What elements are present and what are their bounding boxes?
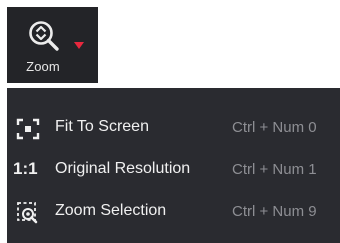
zoom-label: Zoom — [26, 59, 60, 74]
menu-item-original-resolution[interactable]: 1:1 Original Resolution Ctrl + Num 1 — [7, 150, 340, 190]
menu-item-fit-to-screen[interactable]: Fit To Screen Ctrl + Num 0 — [7, 108, 340, 148]
menu-item-zoom-selection[interactable]: Zoom Selection Ctrl + Num 9 — [7, 192, 340, 232]
zoom-button[interactable]: Zoom — [7, 7, 98, 83]
dropdown-arrow-icon[interactable] — [73, 41, 85, 50]
menu-item-label: Original Resolution — [55, 160, 191, 177]
original-resolution-icon: 1:1 — [13, 159, 38, 178]
fit-to-screen-icon — [16, 118, 40, 140]
menu-item-shortcut: Ctrl + Num 0 — [232, 119, 317, 136]
zoom-ui: Zoom Fit To Screen Ctrl + Num 0 1:1 Orig… — [0, 0, 340, 243]
menu-item-shortcut: Ctrl + Num 9 — [232, 203, 317, 220]
menu-item-label: Fit To Screen — [55, 118, 149, 135]
zoom-magnifier-icon — [29, 21, 59, 51]
menu-item-label: Zoom Selection — [55, 202, 167, 219]
zoom-selection-icon — [17, 202, 38, 224]
zoom-dropdown-menu: Fit To Screen Ctrl + Num 0 1:1 Original … — [7, 88, 340, 243]
menu-item-shortcut: Ctrl + Num 1 — [232, 161, 317, 178]
